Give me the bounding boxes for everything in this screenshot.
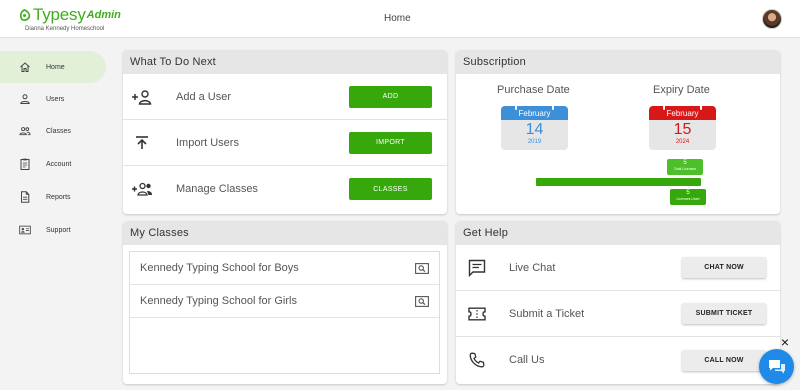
purchase-date-calendar: February 14 2019 xyxy=(501,106,568,150)
card-title: Get Help xyxy=(456,221,780,245)
top-bar: Typesy Admin Dianna Kennedy Homeschool H… xyxy=(0,0,800,38)
help-label: Live Chat xyxy=(509,261,556,274)
sidebar-item-label: Support xyxy=(46,226,71,234)
brand-name: Typesy xyxy=(33,5,86,24)
purchase-date-label: Purchase Date xyxy=(497,84,570,96)
what-to-do-next-card: What To Do Next Add a User ADD Import Us… xyxy=(123,50,447,214)
list-item[interactable]: Kennedy Typing School for Boys xyxy=(130,252,439,285)
view-class-icon[interactable] xyxy=(415,262,429,274)
page-title: Home xyxy=(384,13,411,24)
sidebar-item-reports[interactable]: Reports xyxy=(0,181,106,213)
import-button[interactable]: IMPORT xyxy=(349,131,432,154)
total-licenses-badge: 5 Total Licenses xyxy=(667,159,703,175)
upload-icon xyxy=(131,134,153,152)
total-licenses-value: 5 xyxy=(683,160,687,166)
action-label: Manage Classes xyxy=(176,183,258,195)
brand-suffix: Admin xyxy=(86,9,121,21)
group-icon xyxy=(19,125,31,137)
calendar-month-band: February xyxy=(649,106,716,120)
brand-logo[interactable]: Typesy Admin Dianna Kennedy Homeschool xyxy=(18,5,121,32)
phone-icon xyxy=(468,351,486,369)
help-label: Call Us xyxy=(509,354,545,366)
card-title: My Classes xyxy=(123,221,447,245)
expiry-date-label: Expiry Date xyxy=(653,84,710,96)
action-label: Add a User xyxy=(176,90,232,103)
calendar-day: 14 xyxy=(525,121,544,138)
chat-icon xyxy=(468,259,486,277)
calendar-year: 2024 xyxy=(675,139,690,145)
clipboard-icon xyxy=(19,158,31,170)
chat-bubble-icon xyxy=(768,359,785,373)
classes-button[interactable]: CLASSES xyxy=(349,178,432,200)
total-licenses-caption: Total Licenses xyxy=(673,167,697,171)
license-usage-bar xyxy=(536,178,701,186)
calendar-day: 15 xyxy=(673,121,692,138)
sidebar-item-classes[interactable]: Classes xyxy=(0,115,106,147)
typesy-logo-icon xyxy=(19,8,31,21)
organization-name: Dianna Kennedy Homeschool xyxy=(25,26,105,32)
card-title: Subscription xyxy=(456,50,780,74)
calendar-month: February xyxy=(666,108,699,118)
document-icon xyxy=(19,191,31,203)
sidebar-item-label: Home xyxy=(46,63,65,71)
contact-card-icon xyxy=(19,224,31,236)
my-classes-card: My Classes Kennedy Typing School for Boy… xyxy=(123,221,447,384)
licenses-used-value: 5 xyxy=(686,190,690,196)
sidebar-item-home[interactable]: Home xyxy=(0,51,106,83)
calendar-month-band: February xyxy=(501,106,568,120)
ticket-icon xyxy=(468,305,486,323)
home-icon xyxy=(19,61,31,73)
list-item[interactable]: Kennedy Typing School for Girls xyxy=(130,285,439,318)
action-row-manage-classes: Manage Classes CLASSES xyxy=(123,166,447,212)
close-chat-widget-button[interactable]: × xyxy=(779,335,791,349)
subscription-card: Subscription Purchase Date Expiry Date F… xyxy=(456,50,780,214)
user-avatar[interactable] xyxy=(762,9,782,29)
class-name: Kennedy Typing School for Girls xyxy=(140,295,297,307)
card-title: What To Do Next xyxy=(123,50,447,74)
calendar-month: February xyxy=(518,108,551,118)
add-button[interactable]: ADD xyxy=(349,85,432,108)
call-now-button[interactable]: CALL NOW xyxy=(682,349,766,371)
licenses-used-badge: 5 Licenses Used xyxy=(670,189,706,205)
sidebar-item-label: Classes xyxy=(46,127,71,135)
help-row-submit-ticket: Submit a Ticket SUBMIT TICKET xyxy=(456,291,780,337)
calendar-year: 2019 xyxy=(527,139,542,145)
add-user-icon xyxy=(131,88,153,106)
sidebar-item-account[interactable]: Account xyxy=(0,148,106,180)
help-row-call-us: Call Us CALL NOW xyxy=(456,337,780,383)
sidebar-item-users[interactable]: Users xyxy=(0,83,106,115)
sidebar-item-label: Account xyxy=(46,160,72,168)
get-help-card: Get Help Live Chat CHAT NOW Submit a Tic… xyxy=(456,221,780,384)
chat-widget-button[interactable] xyxy=(759,349,794,384)
user-icon xyxy=(19,93,31,105)
help-row-live-chat: Live Chat CHAT NOW xyxy=(456,245,780,291)
view-class-icon[interactable] xyxy=(415,295,429,307)
action-row-import-users: Import Users IMPORT xyxy=(123,120,447,166)
class-list: Kennedy Typing School for Boys Kennedy T… xyxy=(129,251,440,374)
chat-now-button[interactable]: CHAT NOW xyxy=(682,257,766,278)
class-name: Kennedy Typing School for Boys xyxy=(140,262,299,274)
expiry-date-calendar: February 15 2024 xyxy=(649,106,716,150)
licenses-used-caption: Licenses Used xyxy=(676,197,700,201)
action-label: Import Users xyxy=(176,136,239,149)
sidebar-item-support[interactable]: Support xyxy=(0,214,106,246)
sidebar: Home Users Classes Account Reports Suppo… xyxy=(0,38,112,390)
submit-ticket-button[interactable]: SUBMIT TICKET xyxy=(682,303,766,324)
help-label: Submit a Ticket xyxy=(509,307,585,320)
add-group-icon xyxy=(131,180,153,198)
sidebar-item-label: Users xyxy=(46,95,65,103)
sidebar-item-label: Reports xyxy=(46,193,71,201)
action-row-add-user: Add a User ADD xyxy=(123,74,447,120)
